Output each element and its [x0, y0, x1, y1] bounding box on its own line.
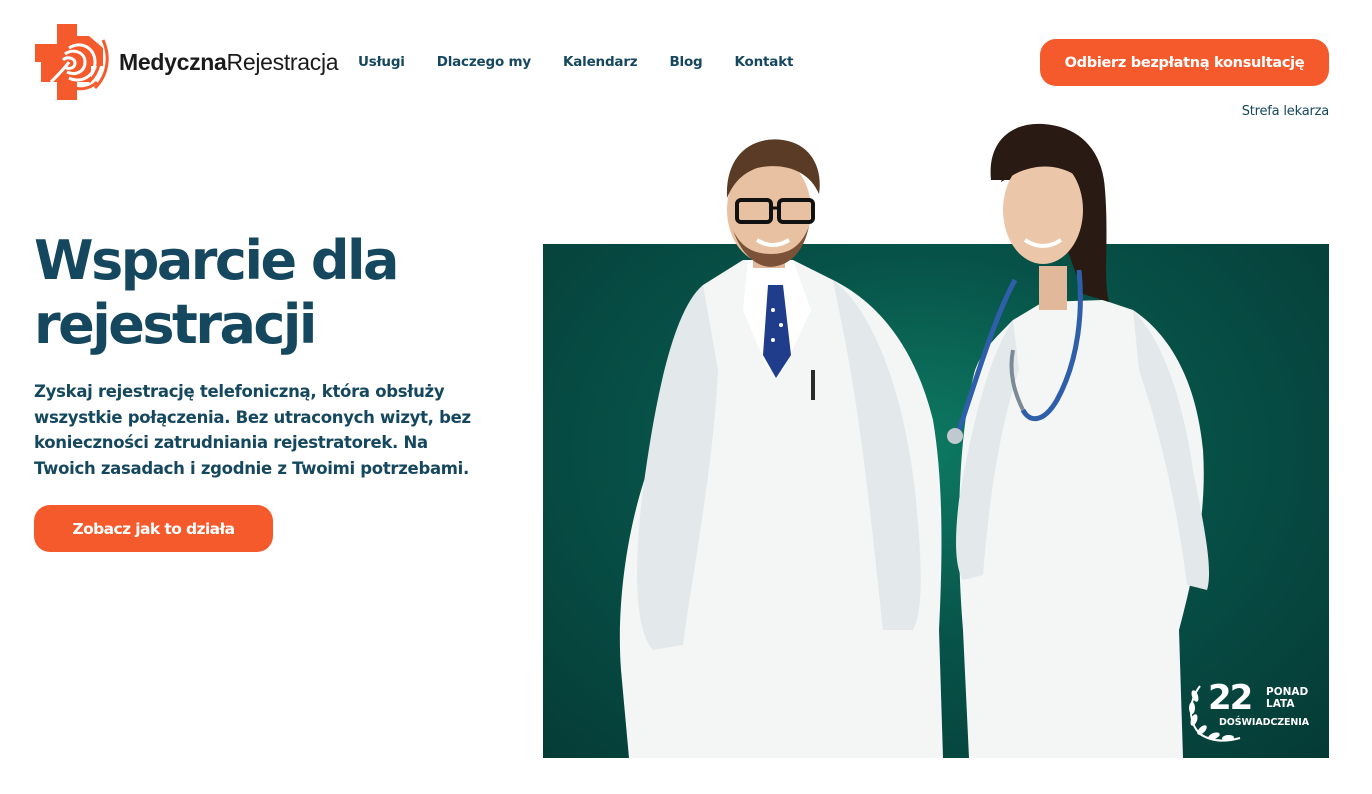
nav-item-kontakt[interactable]: Kontakt [735, 54, 794, 70]
badge-line1: PONAD [1266, 686, 1309, 698]
doctors-photo [619, 123, 1210, 758]
badge-line2: LATA [1266, 698, 1295, 710]
brand-logo[interactable]: MedycznaRejestracja [33, 22, 339, 102]
nav-item-blog[interactable]: Blog [669, 54, 702, 70]
hero-title: Wsparcie dla rejestracji [34, 229, 514, 357]
badge-label-top: PONAD LATA [1266, 686, 1308, 710]
hero-description: Zyskaj rejestrację telefoniczną, która o… [34, 382, 471, 478]
badge-number: 22 [1208, 678, 1253, 718]
see-how-it-works-button[interactable]: Zobacz jak to działa [34, 505, 273, 552]
male-doctor-figure [619, 139, 943, 758]
brand-name: MedycznaRejestracja [119, 48, 339, 76]
brand-name-bold: Medyczna [119, 48, 227, 75]
hero-title-line2: rejestracji [34, 293, 317, 356]
brand-name-regular: Rejestracja [226, 48, 339, 75]
experience-badge: 22 PONAD LATA DOŚWIADCZENIA [1186, 678, 1316, 744]
hero-title-line1: Wsparcie dla [34, 229, 399, 292]
main-nav: Usługi Dlaczego my Kalendarz Blog Kontak… [358, 54, 825, 70]
logo-mark-icon [35, 24, 109, 100]
nav-item-kalendarz[interactable]: Kalendarz [563, 54, 638, 70]
badge-line3: DOŚWIADCZENIA [1219, 717, 1309, 728]
nav-item-uslugi[interactable]: Usługi [358, 54, 405, 70]
nav-item-dlaczego-my[interactable]: Dlaczego my [437, 54, 531, 70]
female-doctor-figure [947, 123, 1210, 758]
